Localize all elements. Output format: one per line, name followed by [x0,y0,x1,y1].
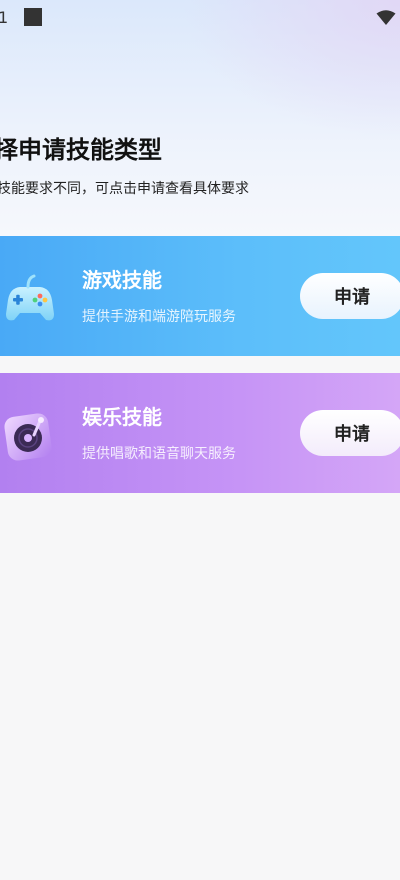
gamepad-icon [6,274,54,321]
card-title: 游戏技能 [82,268,162,292]
card-description: 提供唱歌和语音聊天服务 [82,446,236,462]
wifi-icon [376,10,396,25]
status-bar: 1 [0,0,400,34]
page-title: 择申请技能类型 [0,136,162,164]
entertainment-skill-card[interactable]: 娱乐技能 提供唱歌和语音聊天服务 申请 [0,373,400,493]
status-time: 1 [0,8,9,27]
notification-icon [24,8,42,26]
entertainment-apply-button[interactable]: 申请 [300,410,400,456]
game-skill-card[interactable]: 游戏技能 提供手游和端游陪玩服务 申请 [0,236,400,356]
page-subtitle: 技能要求不同，可点击申请查看具体要求 [0,181,249,197]
card-title: 娱乐技能 [82,405,162,429]
header-background [0,0,400,240]
vinyl-record-icon [4,413,52,461]
game-apply-button[interactable]: 申请 [300,273,400,319]
card-description: 提供手游和端游陪玩服务 [82,309,236,325]
